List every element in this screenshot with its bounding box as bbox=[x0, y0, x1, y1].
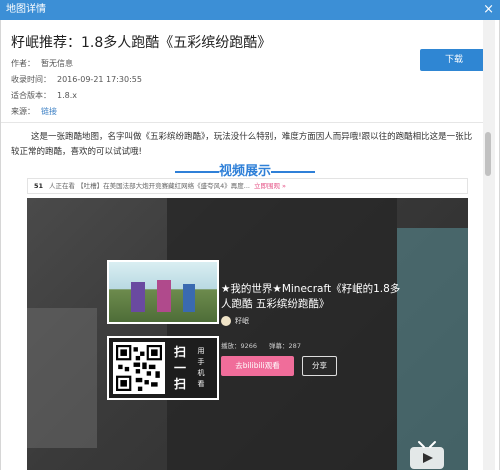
scan-hint: 用手机看 bbox=[197, 347, 205, 388]
date-value: 2016-09-21 17:30:55 bbox=[57, 75, 142, 84]
player-bg-center bbox=[167, 198, 397, 470]
watch-on-bilibili-button[interactable]: 去bilibili观看 bbox=[221, 356, 294, 376]
source-link[interactable]: 链接 bbox=[41, 107, 57, 116]
video-player[interactable]: 扫一扫 用手机看 ★我的世界★Minecraft《籽岷的1.8多人跑酷 五彩缤纷… bbox=[27, 198, 468, 470]
date-label: 收录时间： bbox=[11, 75, 51, 84]
video-thumbnail[interactable] bbox=[107, 260, 219, 324]
map-description: 这是一张跑酷地图，名字叫做《五彩缤纷跑酷》，玩法没什么特别，难度方面因人而异哦!… bbox=[11, 132, 473, 157]
author-label: 作者： bbox=[11, 59, 35, 68]
thumb-figure bbox=[131, 282, 145, 312]
download-button[interactable]: 下载 bbox=[420, 49, 488, 71]
share-button[interactable]: 分享 bbox=[302, 356, 337, 376]
video-section-heading: 视频展示 bbox=[1, 160, 489, 179]
player-bg-right bbox=[397, 228, 468, 470]
thumb-figure bbox=[157, 280, 171, 312]
close-icon[interactable]: × bbox=[483, 0, 494, 20]
qr-panel: 扫一扫 用手机看 bbox=[107, 336, 219, 400]
version-row: 适合版本： 1.8.x bbox=[11, 90, 77, 101]
danmaku-bar: 51 人正在看 【吐槽】在美国法部大炮开竞赛藏红网络《盛夸风4》再度... 立即围观… bbox=[27, 178, 468, 194]
author-row: 作者： 暂无信息 bbox=[11, 58, 73, 69]
play-count: 播放：9266 bbox=[221, 342, 258, 350]
danmaku-count: 弹幕：287 bbox=[269, 342, 301, 350]
heading-line-left bbox=[174, 170, 219, 173]
map-detail-content: 籽岷推荐：1.8多人跑酷《五彩缤纷跑酷》 作者： 暂无信息 收录时间： 2016-0… bbox=[0, 20, 500, 470]
video-heading-text: 视频展示 bbox=[218, 164, 271, 179]
video-title: ★我的世界★Minecraft《籽岷的1.8多人跑酷 五彩缤纷跑酷》 bbox=[221, 283, 401, 310]
divider bbox=[1, 122, 484, 123]
source-label: 来源： bbox=[11, 107, 35, 116]
qr-code-graphic bbox=[116, 345, 162, 391]
qr-code-icon bbox=[113, 342, 165, 394]
window-title: 地图详情 bbox=[6, 4, 46, 15]
author-value: 暂无信息 bbox=[41, 59, 73, 68]
version-label: 适合版本： bbox=[11, 91, 51, 100]
viewer-count: 51 bbox=[34, 182, 44, 190]
heading-line-right bbox=[271, 170, 315, 173]
player-bg-left bbox=[27, 308, 97, 448]
uploader-row: 籽岷 bbox=[221, 316, 249, 326]
source-row: 来源： 链接 bbox=[11, 106, 57, 117]
date-row: 收录时间： 2016-09-21 17:30:55 bbox=[11, 74, 142, 85]
scan-label: 扫一扫 bbox=[173, 345, 186, 391]
scrollbar-thumb[interactable] bbox=[485, 132, 491, 176]
video-stats: 播放：9266 弹幕：287 bbox=[221, 340, 313, 350]
danmaku-text: 人正在看 【吐槽】在美国法部大炮开竞赛藏红网络《盛夸风4》再度... bbox=[49, 182, 250, 190]
version-value: 1.8.x bbox=[57, 91, 77, 100]
window-titlebar: 地图详情 × bbox=[0, 0, 500, 20]
uploader-name: 籽岷 bbox=[235, 317, 249, 325]
bilibili-tv-icon[interactable] bbox=[407, 440, 447, 470]
thumb-figure bbox=[183, 284, 195, 312]
map-title: 籽岷推荐：1.8多人跑酷《五彩缤纷跑酷》 bbox=[11, 35, 272, 51]
watch-now-link[interactable]: 立即围观 » bbox=[254, 182, 286, 190]
avatar bbox=[221, 316, 231, 326]
scrollbar[interactable] bbox=[483, 20, 495, 470]
